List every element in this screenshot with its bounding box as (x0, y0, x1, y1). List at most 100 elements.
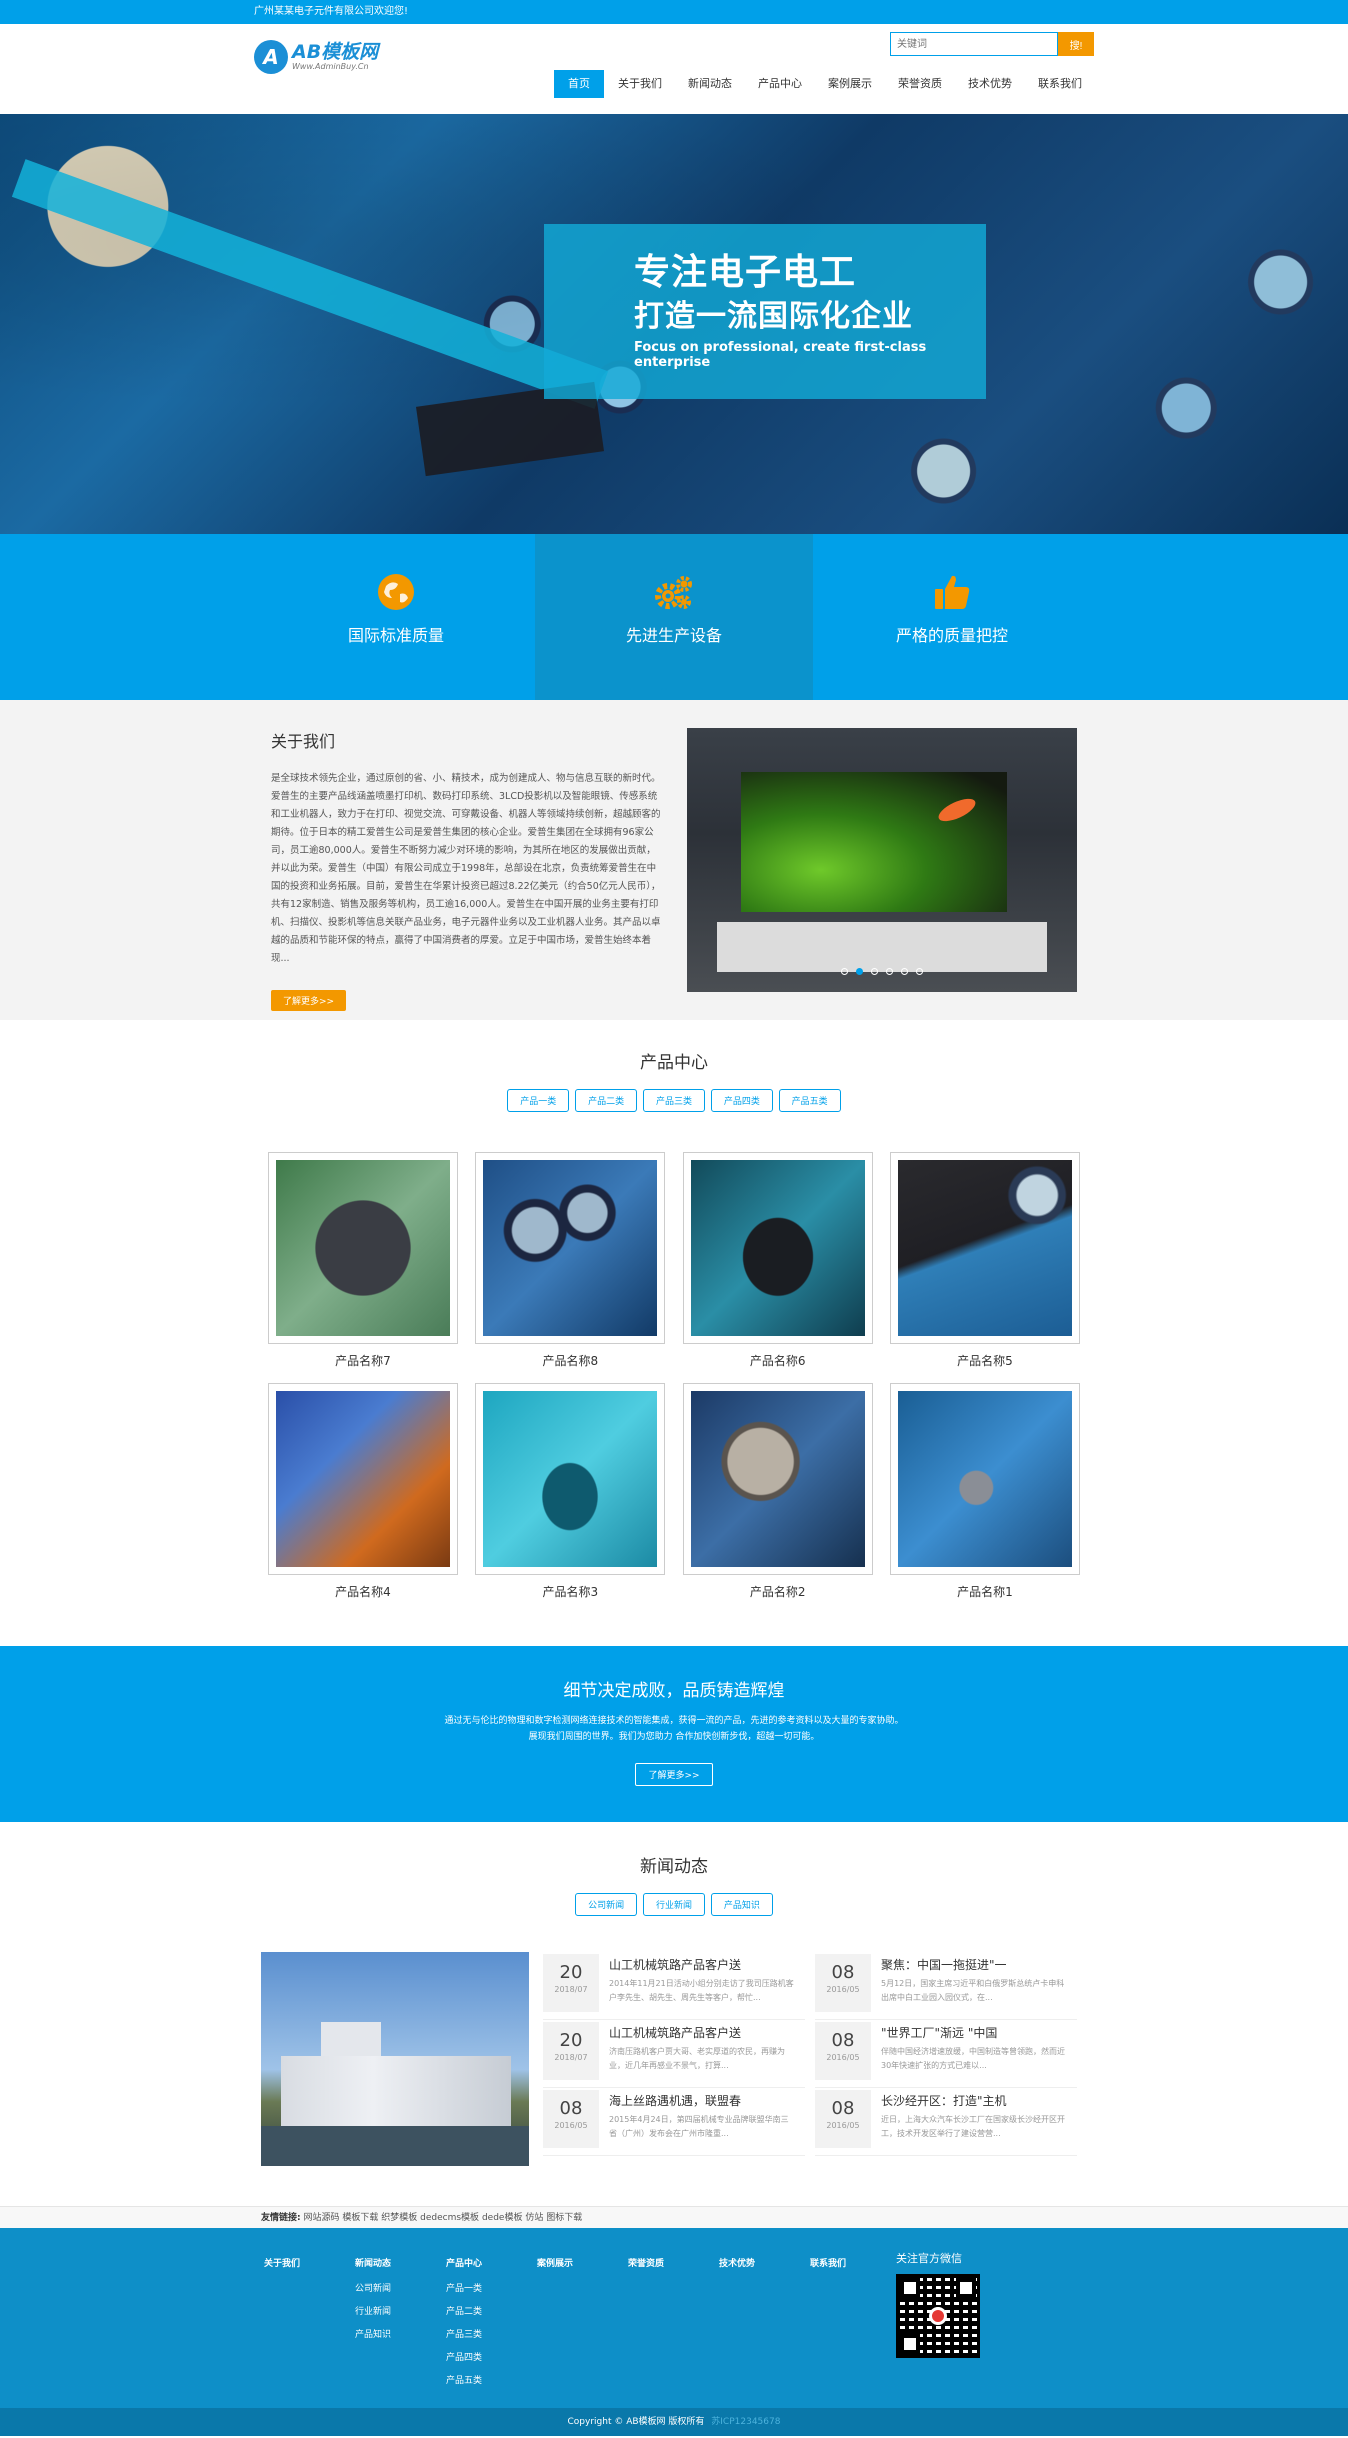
product-card[interactable]: 产品名称3 (475, 1383, 666, 1600)
footer-link[interactable]: 产品知识 (355, 2327, 446, 2340)
footer-link[interactable]: 行业新闻 (355, 2304, 446, 2317)
product-name: 产品名称4 (335, 1585, 391, 1599)
tab-product-knowledge[interactable]: 产品知识 (710, 1893, 773, 1916)
product-name: 产品名称5 (957, 1354, 1013, 1368)
product-name: 产品名称2 (749, 1585, 806, 1599)
friend-link[interactable]: dedecms模板 (420, 2213, 479, 2223)
product-card[interactable]: 产品名称6 (682, 1152, 873, 1369)
news-item[interactable]: 20 2018/07 山工机械筑路产品客户送 济南压路机客户贾大哥、老实厚道的农… (543, 2020, 805, 2088)
nav-cases[interactable]: 案例展示 (816, 70, 884, 98)
news-title[interactable]: "世界工厂"渐远 "中国 (881, 2024, 1067, 2041)
site-logo[interactable]: A AB模板网 Www.AdminBuy.Cn (254, 40, 378, 74)
footer-col-products: 产品中心 产品一类 产品二类 产品三类 产品四类 产品五类 (446, 2256, 537, 2396)
footer-col-head[interactable]: 产品中心 (446, 2256, 537, 2269)
news-title[interactable]: 山工机械筑路产品客户送 (609, 1956, 795, 1973)
wechat-qr-box: 关注官方微信 (896, 2250, 980, 2358)
news-year-month: 2018/07 (554, 2053, 588, 2062)
nav-technology[interactable]: 技术优势 (956, 70, 1024, 98)
footer-link[interactable]: 产品三类 (446, 2327, 537, 2340)
news-item[interactable]: 20 2018/07 山工机械筑路产品客户送 2014年11月21日活动小组分别… (543, 1952, 805, 2020)
feature-label: 国际标准质量 (347, 626, 444, 645)
logo-subtitle: Www.AdminBuy.Cn (292, 62, 369, 71)
friend-link[interactable]: 仿站 (525, 2213, 543, 2223)
footer-col-about: 关于我们 (264, 2256, 355, 2396)
footer-col-tech: 技术优势 (719, 2256, 810, 2396)
news-date-badge: 20 2018/07 (543, 1954, 599, 2012)
news-title[interactable]: 长沙经开区：打造"主机 (881, 2092, 1067, 2109)
footer-link[interactable]: 产品一类 (446, 2281, 537, 2294)
footer-col-head[interactable]: 联系我们 (810, 2256, 901, 2269)
slider-dot-active[interactable] (856, 968, 864, 975)
news-date-badge: 20 2018/07 (543, 2022, 599, 2080)
product-grid: 产品名称7 产品名称8 产品名称6 产品名称5 产品名称4 产品名称3 产品名称… (268, 1152, 1080, 1614)
news-year-month: 2018/07 (554, 1985, 588, 1994)
footer-link[interactable]: 公司新闻 (355, 2281, 446, 2294)
slider-dot[interactable] (841, 968, 849, 975)
footer-col-head[interactable]: 关于我们 (264, 2256, 355, 2269)
search-button[interactable]: 搜! (1058, 32, 1094, 56)
friend-link[interactable]: dede模板 (482, 2213, 523, 2223)
news-feature-image[interactable] (261, 1952, 529, 2166)
news-title[interactable]: 海上丝路遇机遇，联盟春 (609, 2092, 795, 2109)
cta-title: 细节决定成败，品质铸造辉煌 (563, 1681, 785, 1701)
banner-caption: 专注电子电工 打造一流国际化企业 Focus on professional, … (544, 224, 986, 399)
slider-dots (687, 964, 1077, 978)
products-title: 产品中心 (640, 1053, 708, 1073)
tab-product-cat-3[interactable]: 产品三类 (642, 1089, 705, 1112)
footer-col-head[interactable]: 案例展示 (537, 2256, 628, 2269)
slider-dot[interactable] (900, 968, 908, 975)
product-card[interactable]: 产品名称4 (268, 1383, 458, 1600)
product-image (276, 1160, 450, 1336)
slider-dot[interactable] (871, 968, 879, 975)
news-item[interactable]: 08 2016/05 海上丝路遇机遇，联盟春 2015年4月24日，第四届机械专… (543, 2088, 805, 2156)
product-card[interactable]: 产品名称7 (268, 1152, 458, 1369)
tab-product-cat-1[interactable]: 产品一类 (507, 1089, 570, 1112)
footer-col-head[interactable]: 新闻动态 (355, 2256, 446, 2269)
footer-link[interactable]: 产品四类 (446, 2350, 537, 2363)
news-item[interactable]: 08 2016/05 长沙经开区：打造"主机 近日，上海大众汽车长沙工厂在国家级… (815, 2088, 1077, 2156)
nav-home[interactable]: 首页 (554, 70, 604, 98)
news-item[interactable]: 08 2016/05 "世界工厂"渐远 "中国 伴随中国经济增速放缓，中国制造等… (815, 2020, 1077, 2088)
search-input[interactable] (890, 32, 1058, 56)
product-card[interactable]: 产品名称1 (889, 1383, 1080, 1600)
nav-contact[interactable]: 联系我们 (1026, 70, 1094, 98)
tab-product-cat-2[interactable]: 产品二类 (575, 1089, 638, 1112)
nav-about[interactable]: 关于我们 (606, 70, 674, 98)
product-card[interactable]: 产品名称5 (889, 1152, 1080, 1369)
footer-link[interactable]: 产品五类 (446, 2373, 537, 2386)
tab-product-cat-5[interactable]: 产品五类 (778, 1089, 841, 1112)
friend-link[interactable]: 模板下载 (342, 2213, 378, 2223)
news-title[interactable]: 山工机械筑路产品客户送 (609, 2024, 795, 2041)
nav-honors[interactable]: 荣誉资质 (886, 70, 954, 98)
friend-link[interactable]: 织梦模板 (381, 2213, 417, 2223)
tab-industry-news[interactable]: 行业新闻 (642, 1893, 705, 1916)
about-more-button[interactable]: 了解更多>> (271, 990, 347, 1011)
tab-product-cat-4[interactable]: 产品四类 (710, 1089, 773, 1112)
feature-equipment: 先进生产设备 (535, 534, 813, 700)
nav-news[interactable]: 新闻动态 (676, 70, 744, 98)
slider-dot[interactable] (915, 968, 923, 975)
friend-link[interactable]: 网站源码 (303, 2213, 339, 2223)
slider-dot[interactable] (885, 968, 893, 975)
cta-more-button[interactable]: 了解更多>> (635, 1763, 713, 1786)
banner-english-slogan: Focus on professional, create first-clas… (634, 340, 927, 370)
news-day: 08 (559, 2098, 583, 2119)
news-summary: 5月12日，国家主席习近平和白俄罗斯总统卢卡申科出席中白工业园入园仪式，在... (881, 1979, 1065, 2002)
news-title[interactable]: 聚焦：中国一拖挺进"一 (881, 1956, 1067, 1973)
news-day: 08 (831, 2030, 855, 2051)
about-image-slider[interactable] (687, 728, 1077, 992)
footer-col-head[interactable]: 技术优势 (719, 2256, 810, 2269)
product-card[interactable]: 产品名称8 (475, 1152, 666, 1369)
news-item[interactable]: 08 2016/05 聚焦：中国一拖挺进"一 5月12日，国家主席习近平和白俄罗… (815, 1952, 1077, 2020)
footer-link[interactable]: 产品二类 (446, 2304, 537, 2317)
product-card[interactable]: 产品名称2 (682, 1383, 873, 1600)
product-image (483, 1391, 658, 1567)
hero-banner[interactable]: 专注电子电工 打造一流国际化企业 Focus on professional, … (0, 114, 1348, 534)
icp-link[interactable]: 苏ICP12345678 (711, 2417, 780, 2427)
tab-company-news[interactable]: 公司新闻 (575, 1893, 638, 1916)
friend-link[interactable]: 图标下载 (546, 2213, 582, 2223)
nav-products[interactable]: 产品中心 (746, 70, 814, 98)
news-year-month: 2016/05 (554, 2121, 588, 2130)
footer-col-head[interactable]: 荣誉资质 (628, 2256, 719, 2269)
feature-label: 严格的质量把控 (895, 626, 1008, 645)
